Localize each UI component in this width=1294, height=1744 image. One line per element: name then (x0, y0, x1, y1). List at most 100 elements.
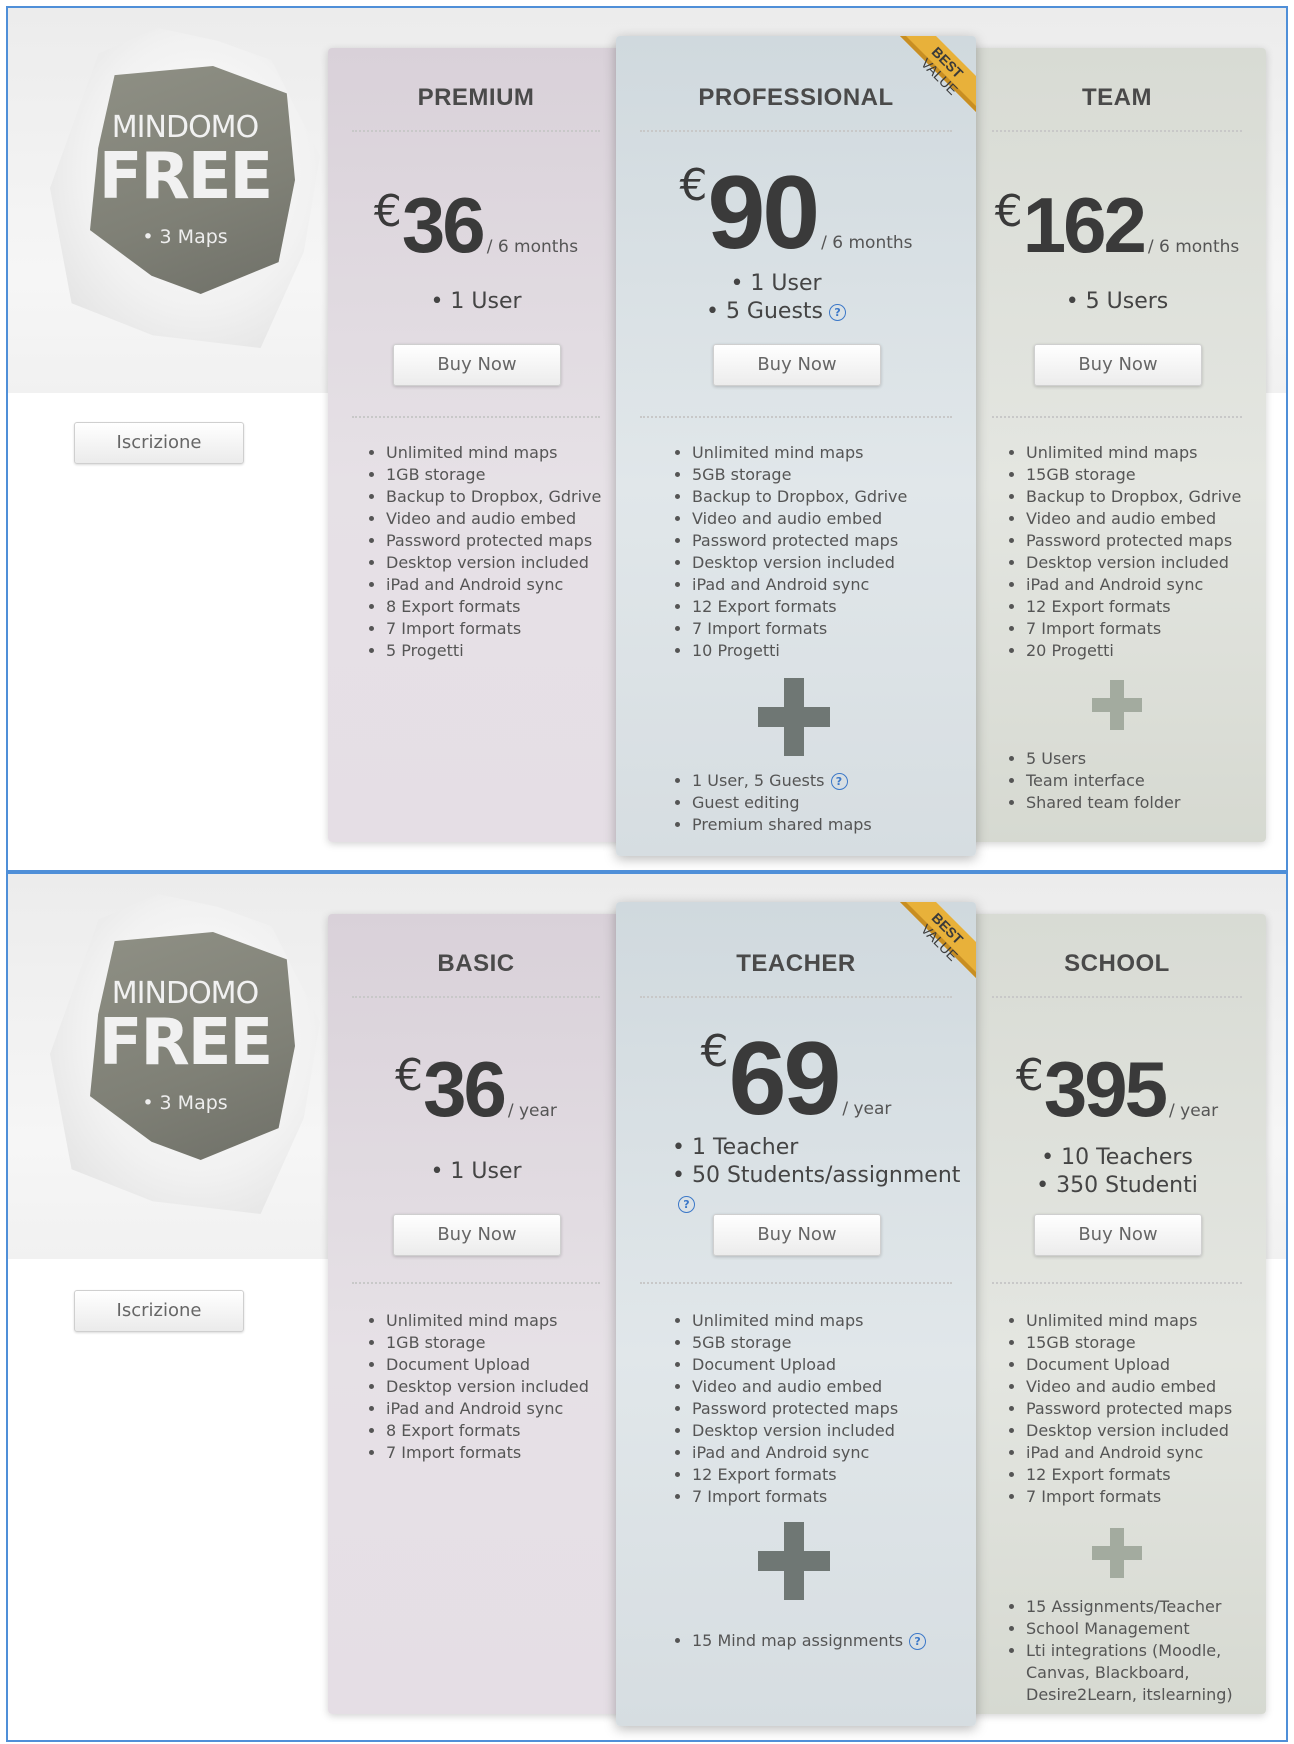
feature-item: Backup to Dropbox, Gdrive (1026, 486, 1241, 508)
user-count: • 1 User (430, 1159, 522, 1184)
feature-item: 8 Export formats (386, 1420, 589, 1442)
divider (352, 130, 600, 132)
feature-item: Password protected maps (1026, 1398, 1232, 1420)
price-period: / year (842, 1099, 892, 1119)
feature-item: 7 Import formats (386, 1442, 589, 1464)
plan-name: PREMIUM (417, 84, 535, 111)
plan-users: • 1 User (328, 288, 624, 316)
currency-symbol: € (1015, 1050, 1044, 1101)
free-plan-graphic: MINDOMO FREE • 3 Maps (50, 28, 320, 390)
feature-item: Password protected maps (692, 1398, 898, 1420)
guest-count-text: • 5 Guests (705, 299, 824, 324)
feature-item: 7 Import formats (692, 1486, 898, 1508)
buy-now-button[interactable]: Buy Now (713, 344, 881, 386)
feature-item: 15GB storage (1026, 464, 1241, 486)
price-amount: 69 (728, 1021, 842, 1137)
feature-item: Desktop version included (1026, 1420, 1232, 1442)
feature-item: iPad and Android sync (386, 1398, 589, 1420)
plan-name: BASIC (437, 950, 515, 977)
extra-feature-item: 15 Mind map assignments? (692, 1630, 927, 1652)
feature-item: iPad and Android sync (1026, 1442, 1232, 1464)
price-period: / 6 months (486, 237, 579, 257)
feature-item: 8 Export formats (386, 596, 601, 618)
free-maps-count: • 3 Maps (142, 1092, 228, 1114)
buy-now-button[interactable]: Buy Now (393, 344, 561, 386)
feature-item: Password protected maps (386, 530, 601, 552)
info-icon[interactable]: ? (909, 1633, 927, 1650)
feature-item: Unlimited mind maps (386, 1310, 589, 1332)
pricing-panel-6-months: MINDOMO FREE • 3 Maps Iscrizione PREMIUM… (6, 6, 1288, 872)
divider (992, 1282, 1242, 1284)
divider (992, 996, 1242, 998)
feature-list: Unlimited mind maps 5GB storage Document… (670, 1310, 898, 1508)
price-period: / year (507, 1101, 557, 1121)
feature-item: Video and audio embed (1026, 508, 1241, 530)
plan-price: €36/ year (328, 1044, 624, 1135)
currency-symbol: € (395, 1050, 424, 1101)
feature-item: 12 Export formats (692, 1464, 898, 1486)
feature-item: Unlimited mind maps (386, 442, 601, 464)
plan-name: PROFESSIONAL (698, 84, 894, 111)
feature-item: Video and audio embed (692, 508, 907, 530)
feature-item: Video and audio embed (1026, 1376, 1232, 1398)
buy-now-button[interactable]: Buy Now (713, 1214, 881, 1256)
info-icon[interactable]: ? (829, 303, 847, 321)
plan-name: TEAM (1082, 84, 1152, 111)
feature-item: 7 Import formats (692, 618, 907, 640)
feature-item: Unlimited mind maps (692, 1310, 898, 1332)
divider (352, 416, 600, 418)
feature-item: Desktop version included (692, 1420, 898, 1442)
student-count-text: • 50 Students/assignment (672, 1163, 961, 1188)
feature-item: iPad and Android sync (692, 574, 907, 596)
feature-item: Document Upload (692, 1354, 898, 1376)
feature-item: 1GB storage (386, 1332, 589, 1354)
extra-feature-item: 15 Assignments/Teacher (1026, 1596, 1246, 1618)
divider (352, 996, 600, 998)
buy-now-button[interactable]: Buy Now (1034, 344, 1202, 386)
signup-button[interactable]: Iscrizione (74, 422, 244, 464)
plan-card-teacher: BEST VALUE TEACHER €69/ year • 1 Teacher… (616, 902, 976, 1726)
plan-users: • 1 Teacher • 50 Students/assignment? (672, 1134, 976, 1218)
info-icon[interactable]: ? (678, 1195, 695, 1213)
plan-name: TEACHER (736, 950, 856, 977)
buy-now-button[interactable]: Buy Now (1034, 1214, 1202, 1256)
currency-symbol: € (700, 1026, 729, 1077)
feature-list: Unlimited mind maps 5GB storage Backup t… (670, 442, 907, 662)
signup-button[interactable]: Iscrizione (74, 1290, 244, 1332)
feature-list: Unlimited mind maps 1GB storage Document… (364, 1310, 589, 1464)
info-icon[interactable]: ? (830, 773, 848, 790)
plan-card-premium: PREMIUM €36/ 6 months • 1 User Buy Now U… (328, 48, 624, 842)
feature-item: Password protected maps (692, 530, 907, 552)
price-period: / year (1169, 1101, 1219, 1121)
plan-price: €36/ 6 months (328, 180, 624, 271)
teacher-count: • 1 Teacher (672, 1135, 799, 1160)
feature-item: iPad and Android sync (386, 574, 601, 596)
free-brand-main: FREE (98, 1006, 273, 1080)
price-period: / 6 months (821, 233, 913, 253)
plan-users: • 10 Teachers • 350 Studenti (968, 1144, 1266, 1200)
price-amount: 36 (423, 1045, 507, 1133)
feature-item: iPad and Android sync (1026, 574, 1241, 596)
plan-card-team: TEAM €162/ 6 months • 5 Users Buy Now Un… (968, 48, 1266, 842)
plan-card-professional: BEST VALUE PROFESSIONAL €90/ 6 months • … (616, 36, 976, 856)
feature-item: 10 Progetti (692, 640, 907, 662)
feature-item: Unlimited mind maps (692, 442, 907, 464)
feature-item: 12 Export formats (1026, 1464, 1232, 1486)
divider (640, 130, 952, 132)
currency-symbol: € (994, 186, 1023, 237)
extra-feature-item: Team interface (1026, 770, 1180, 792)
divider (640, 416, 952, 418)
plus-icon (758, 678, 830, 756)
feature-item: Desktop version included (386, 1376, 589, 1398)
buy-now-button[interactable]: Buy Now (393, 1214, 561, 1256)
extra-feature-item: School Management (1026, 1618, 1246, 1640)
feature-item: iPad and Android sync (692, 1442, 898, 1464)
feature-item: 20 Progetti (1026, 640, 1241, 662)
user-count: • 1 User (730, 271, 822, 296)
feature-item: 7 Import formats (1026, 1486, 1232, 1508)
free-plan-graphic: MINDOMO FREE • 3 Maps (50, 894, 320, 1256)
price-amount: 395 (1043, 1045, 1168, 1133)
feature-list: Unlimited mind maps 15GB storage Documen… (1004, 1310, 1232, 1508)
price-amount: 36 (401, 181, 486, 269)
feature-list: Unlimited mind maps 15GB storage Backup … (1004, 442, 1241, 662)
